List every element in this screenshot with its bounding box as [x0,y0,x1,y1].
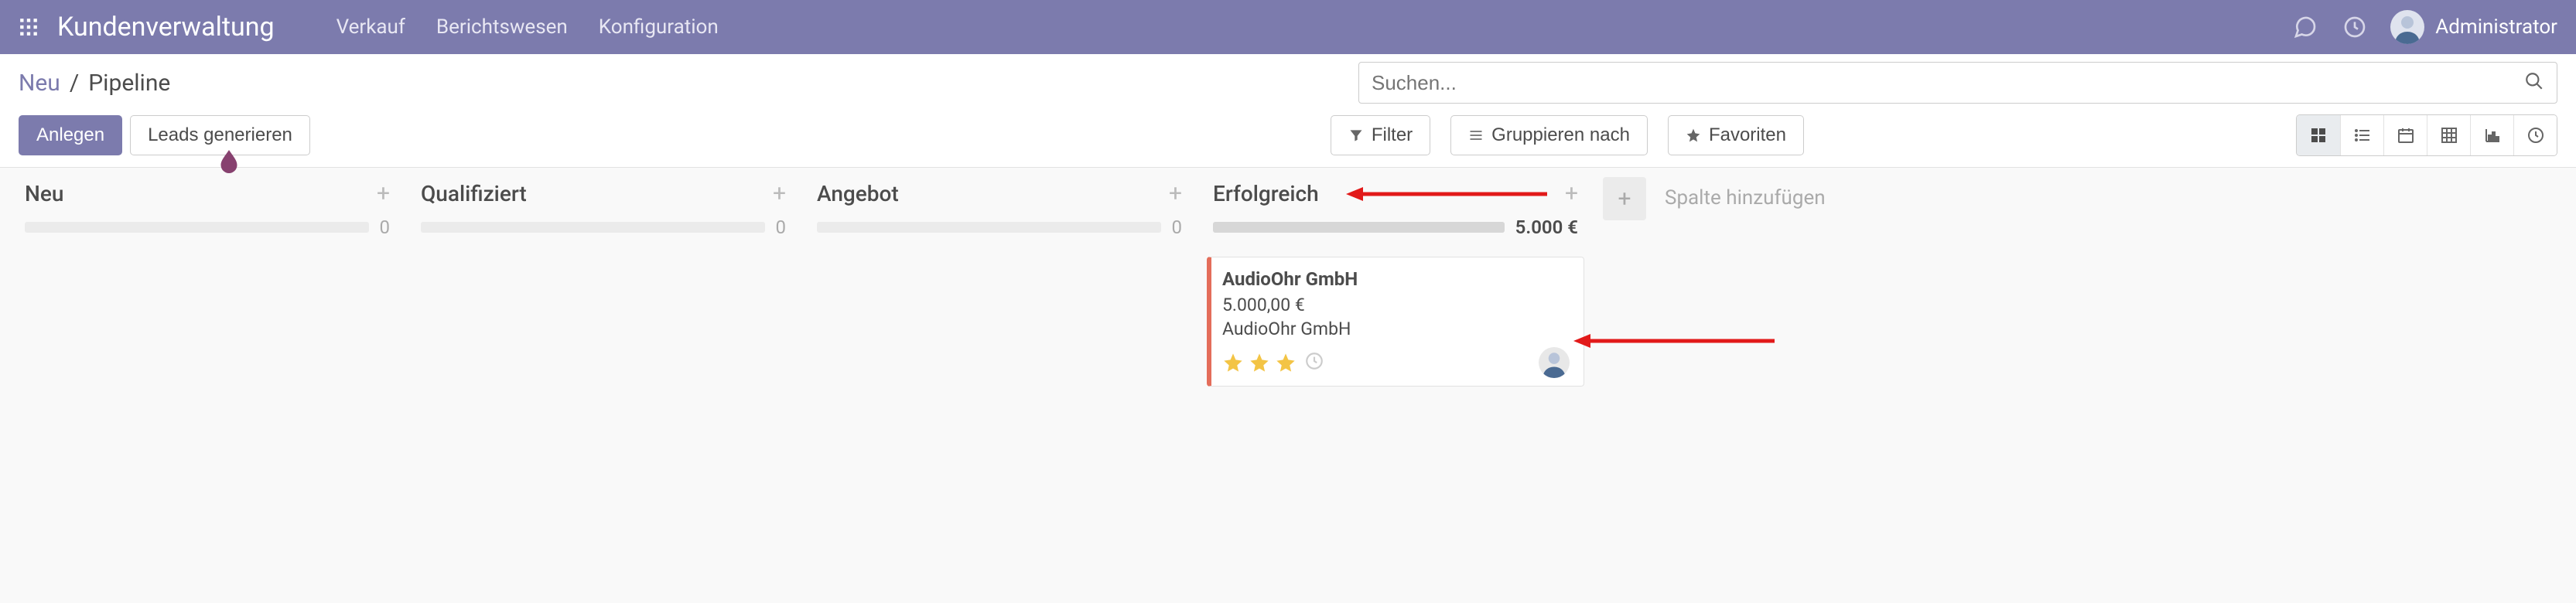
menu-konfiguration[interactable]: Konfiguration [599,15,719,39]
list-icon [1468,128,1484,143]
menu-berichtswesen[interactable]: Berichtswesen [436,15,568,39]
star-filled-icon [1222,352,1244,373]
view-switcher [2296,114,2557,156]
filter-label: Filter [1372,124,1413,146]
view-list-icon[interactable] [2340,115,2383,155]
kanban-card[interactable]: AudioOhr GmbH 5.000,00 € AudioOhr GmbH [1207,257,1584,387]
breadcrumb-sep: / [70,70,79,97]
view-pivot-icon[interactable] [2427,115,2470,155]
card-user-avatar-icon[interactable] [1539,347,1570,378]
add-column-label[interactable]: Spalte hinzufügen [1665,177,1826,210]
user-menu[interactable]: Administrator [2390,10,2557,44]
favorites-label: Favoriten [1709,124,1786,146]
drip-decoration-icon [215,148,243,175]
breadcrumb-parent[interactable]: Neu [19,70,60,97]
column-count: 0 [776,216,787,238]
card-amount: 5.000,00 € [1222,295,1570,315]
breadcrumb: Neu / Pipeline [19,70,170,97]
apps-icon[interactable] [19,17,39,37]
column-add-icon[interactable]: + [1169,180,1182,207]
star-icon [1686,128,1701,143]
menu-verkauf[interactable]: Verkauf [337,15,405,39]
kanban-column-qualifiziert: Qualifiziert + 0 [405,168,801,387]
search-box[interactable] [1358,62,2557,104]
column-count: 0 [1172,216,1183,238]
view-kanban-icon[interactable] [2297,115,2340,155]
card-activity-icon[interactable] [1304,351,1324,374]
kanban-add-column[interactable]: + Spalte hinzufügen [1594,168,1990,387]
column-title[interactable]: Qualifiziert [421,181,527,206]
column-progress-bar[interactable] [421,222,765,233]
kanban-column-angebot: Angebot + 0 [801,168,1197,387]
user-avatar-icon [2390,10,2424,44]
column-title[interactable]: Angebot [817,181,899,206]
group-by-button[interactable]: Gruppieren nach [1450,115,1648,155]
card-priority-stars[interactable] [1222,352,1297,373]
messaging-icon[interactable] [2291,13,2319,41]
column-add-icon[interactable]: + [377,180,390,207]
search-input[interactable] [1372,71,2524,95]
view-calendar-icon[interactable] [2383,115,2427,155]
column-amount: 5.000 € [1515,216,1578,238]
view-activity-icon[interactable] [2513,115,2557,155]
column-progress-bar[interactable] [25,222,369,233]
column-add-icon[interactable]: + [773,180,786,207]
activities-icon[interactable] [2341,13,2369,41]
annotation-arrow-icon [1573,332,1775,350]
view-graph-icon[interactable] [2470,115,2513,155]
app-title[interactable]: Kundenverwaltung [57,12,275,43]
group-by-label: Gruppieren nach [1491,124,1630,146]
annotation-arrow-icon [1346,185,1547,203]
search-icon[interactable] [2524,71,2544,94]
column-progress-bar[interactable] [1213,222,1505,233]
column-add-icon[interactable]: + [1565,180,1578,207]
create-button[interactable]: Anlegen [19,115,122,155]
kanban-column-neu: Neu + 0 [9,168,405,387]
favorites-button[interactable]: Favoriten [1668,115,1804,155]
column-progress-bar[interactable] [817,222,1161,233]
column-title[interactable]: Neu [25,181,63,206]
star-filled-icon [1249,352,1270,373]
column-title[interactable]: Erfolgreich [1213,181,1319,206]
add-column-plus-icon[interactable]: + [1603,177,1646,220]
column-count: 0 [380,216,391,238]
card-customer: AudioOhr GmbH [1222,319,1570,339]
funnel-icon [1348,128,1364,143]
star-filled-icon [1275,352,1297,373]
user-name: Administrator [2435,15,2557,39]
breadcrumb-current: Pipeline [88,70,170,97]
card-title: AudioOhr GmbH [1222,268,1570,290]
filter-button[interactable]: Filter [1331,115,1430,155]
